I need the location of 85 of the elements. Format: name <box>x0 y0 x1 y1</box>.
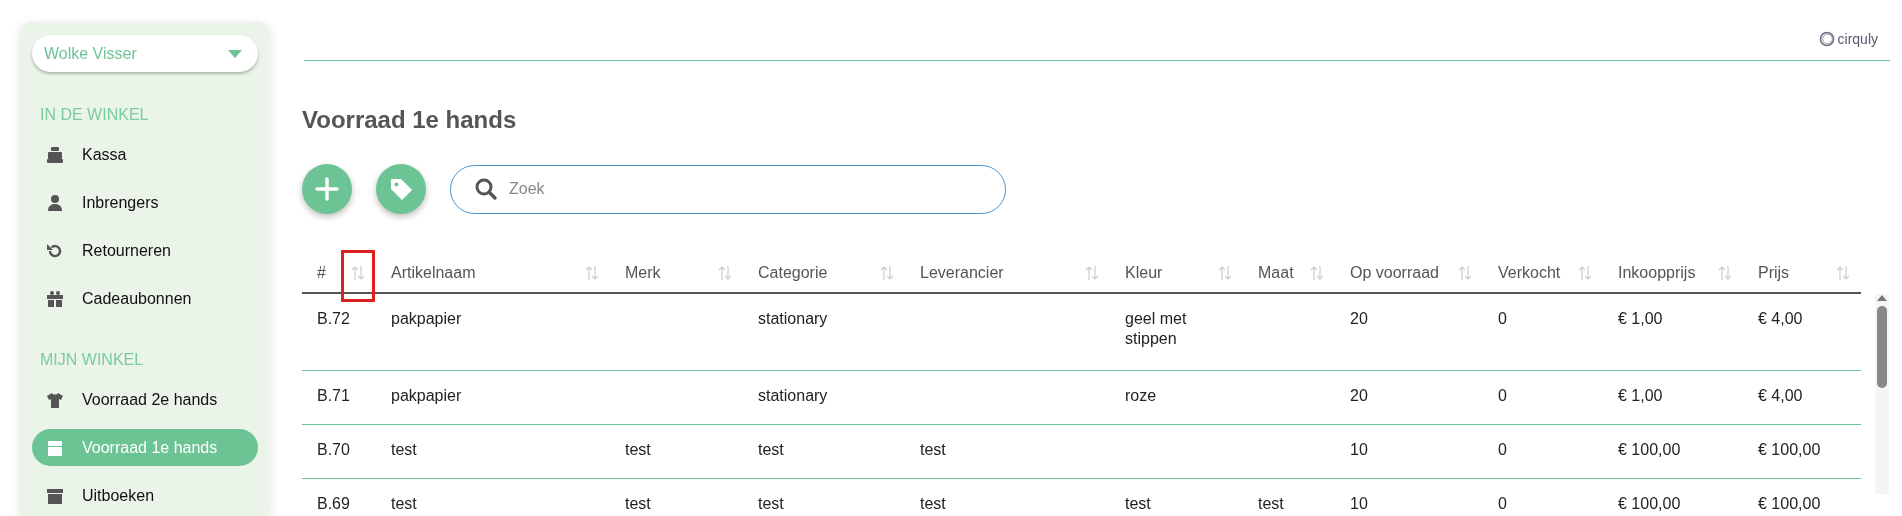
section-heading: MIJN WINKEL <box>40 351 145 369</box>
column-header[interactable]: Inkoopprijs <box>1618 264 1696 282</box>
sort-icon[interactable] <box>1458 265 1472 281</box>
cash-register-icon <box>46 145 64 164</box>
table-cell: 0 <box>1498 387 1507 404</box>
table-cell: test <box>758 441 784 458</box>
table-cell: B.69 <box>317 495 350 512</box>
table-cell: € 4,00 <box>1758 387 1803 404</box>
sort-icon[interactable] <box>1836 265 1850 281</box>
sidebar-item[interactable]: Cadeaubonnen <box>32 280 258 317</box>
table-cell: € 4,00 <box>1758 310 1803 327</box>
table-cell: test <box>1125 495 1151 512</box>
table-cell: test <box>625 495 651 512</box>
ring-icon <box>1818 31 1835 47</box>
sort-icon[interactable] <box>1218 265 1232 281</box>
sidebar-item[interactable]: Retourneren <box>32 232 258 269</box>
table-cell: € 1,00 <box>1618 310 1663 327</box>
sidebar-item[interactable]: Uitboeken <box>32 477 258 514</box>
table-cell: test <box>391 495 417 512</box>
add-button[interactable] <box>302 164 352 214</box>
table-cell: € 100,00 <box>1618 441 1681 458</box>
column-header[interactable]: Categorie <box>758 264 828 282</box>
scroll-up-icon[interactable] <box>1876 294 1888 302</box>
column-header[interactable]: Artikelnaam <box>391 264 476 282</box>
table-cell: test <box>920 495 946 512</box>
table-cell: B.72 <box>317 310 350 327</box>
table-cell: pakpapier <box>391 387 462 404</box>
column-header[interactable]: Leverancier <box>920 264 1004 282</box>
table-cell: B.71 <box>317 387 350 404</box>
table-cell: geel met stippen <box>1125 310 1187 347</box>
column-header[interactable]: # <box>317 264 326 282</box>
table-cell: 0 <box>1498 495 1507 512</box>
table-cell: 10 <box>1350 441 1368 458</box>
table-cell: 20 <box>1350 310 1368 327</box>
scrollbar[interactable] <box>1875 294 1889 494</box>
caret-icon <box>228 49 242 58</box>
table-cell: pakpapier <box>391 310 462 327</box>
column-header[interactable]: Kleur <box>1125 264 1163 282</box>
tag-button[interactable] <box>376 164 426 214</box>
sort-icon[interactable] <box>1718 265 1732 281</box>
undo-icon <box>46 241 64 260</box>
table-cell: test <box>391 441 417 458</box>
table-cell: € 100,00 <box>1758 495 1821 512</box>
sort-icon[interactable] <box>880 265 894 281</box>
table-cell: 0 <box>1498 310 1507 327</box>
section-heading: IN DE WINKEL <box>40 106 150 124</box>
column-header[interactable]: Verkocht <box>1498 264 1561 282</box>
sidebar-item[interactable]: Inbrengers <box>32 184 258 221</box>
table-cell: roze <box>1125 387 1157 404</box>
sidebar-item[interactable]: Voorraad 2e hands <box>32 381 258 418</box>
sort-icon[interactable] <box>1310 265 1324 281</box>
sort-icon[interactable] <box>585 265 599 281</box>
tag-icon <box>388 176 414 202</box>
column-header[interactable]: Maat <box>1258 264 1294 282</box>
gift-icon <box>46 289 64 308</box>
sort-icon[interactable] <box>718 265 732 281</box>
archive-icon <box>46 486 64 505</box>
table-cell: € 100,00 <box>1618 495 1681 512</box>
table-cell: stationary <box>758 310 828 327</box>
box-icon <box>46 438 64 457</box>
sort-icon[interactable] <box>1085 265 1099 281</box>
column-header[interactable]: Op voorraad <box>1350 264 1439 282</box>
table-cell: € 1,00 <box>1618 387 1663 404</box>
table-cell: € 100,00 <box>1758 441 1821 458</box>
sidebar-item[interactable]: Kassa <box>32 136 258 173</box>
search-field[interactable]: Zoek <box>450 164 1006 214</box>
table-cell: test <box>920 441 946 458</box>
table-cell: test <box>758 495 784 512</box>
table-cell: B.70 <box>317 441 350 458</box>
column-header[interactable]: Prijs <box>1758 264 1790 282</box>
column-header[interactable]: Merk <box>625 264 661 282</box>
table-cell: 20 <box>1350 387 1368 404</box>
sort-icon[interactable] <box>1578 265 1592 281</box>
person-icon <box>46 193 64 212</box>
table-cell: test <box>1258 495 1284 512</box>
page-title: Voorraad 1e hands <box>302 106 518 134</box>
table-cell: 0 <box>1498 441 1507 458</box>
table-cell: 10 <box>1350 495 1368 512</box>
table-cell: test <box>625 441 651 458</box>
table-cell: stationary <box>758 387 828 404</box>
plus-icon <box>314 176 340 202</box>
search-icon <box>474 176 498 201</box>
shirt-icon <box>46 390 64 409</box>
sort-icon[interactable] <box>351 265 365 281</box>
logo-text: cirquly <box>1837 31 1878 47</box>
